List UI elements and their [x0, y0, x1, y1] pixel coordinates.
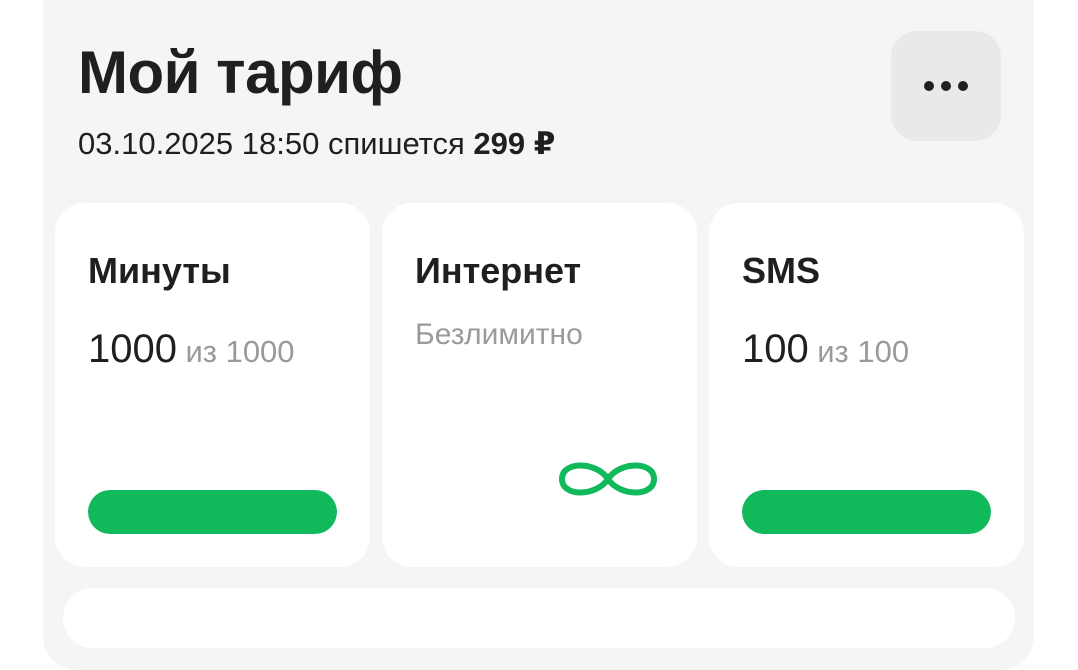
sms-total: из 100 — [817, 334, 910, 369]
minutes-card-title: Минуты — [88, 250, 231, 291]
minutes-progress-fill — [88, 490, 337, 534]
minutes-total: из 1000 — [185, 334, 295, 369]
internet-status: Безлимитно — [415, 318, 583, 351]
more-options-button[interactable] — [891, 31, 1001, 141]
sms-progress-fill — [742, 490, 991, 534]
sms-card[interactable]: SMS 100 из 100 — [709, 203, 1024, 567]
sms-remaining: 100 — [742, 327, 809, 371]
minutes-card[interactable]: Минуты 1000 из 1000 — [55, 203, 370, 567]
internet-card[interactable]: Интернет Безлимитно — [382, 203, 697, 567]
charge-date: 03.10.2025 18:50 — [78, 126, 320, 161]
charge-amount: 299 ₽ — [473, 126, 556, 161]
next-section-card — [63, 588, 1015, 648]
charge-text: спишется — [327, 126, 465, 161]
charge-info: 03.10.2025 18:50 спишется 299 ₽ — [78, 126, 555, 162]
minutes-value: 1000 из 1000 — [88, 327, 295, 380]
sms-card-title: SMS — [742, 250, 821, 291]
sms-value: 100 из 100 — [742, 327, 909, 380]
more-horizontal-icon — [924, 81, 968, 91]
infinity-icon — [559, 462, 657, 496]
page-title: Мой тариф — [78, 39, 403, 106]
minutes-remaining: 1000 — [88, 327, 177, 371]
minutes-progress-bar — [88, 490, 337, 534]
sms-progress-bar — [742, 490, 991, 534]
internet-card-title: Интернет — [415, 250, 582, 291]
